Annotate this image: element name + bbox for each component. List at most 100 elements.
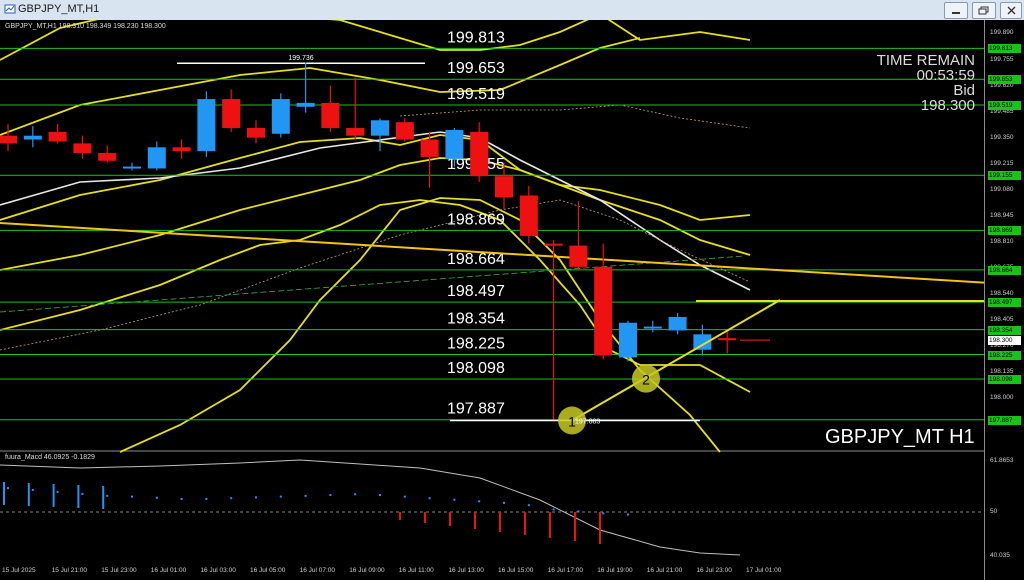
candle-body xyxy=(48,131,67,142)
level-label: 198.869 xyxy=(447,211,505,228)
time-tick-label: 15 Jul 21:00 xyxy=(51,567,88,574)
price-tick-label: 199.080 xyxy=(990,185,1014,193)
candle-body xyxy=(172,147,191,152)
level-label: 199.519 xyxy=(447,86,505,103)
candle-body xyxy=(371,120,389,136)
green-dashed-trendline xyxy=(0,255,745,313)
price-tick-label: 198.540 xyxy=(990,289,1014,297)
level-price-badge: 197.887 xyxy=(988,415,1021,425)
time-tick-label: 16 Jul 21:00 xyxy=(646,567,683,574)
level-label: 198.497 xyxy=(447,283,505,300)
bollinger-band-5 xyxy=(0,199,751,393)
current-price-badge: 198.300 xyxy=(988,336,1021,346)
high-marker-label: 199.736 xyxy=(288,55,313,62)
candle-body xyxy=(569,245,588,267)
price-chart[interactable]: 199.813 199.653 199.519 199.155 198.869 198.6… xyxy=(0,20,1024,580)
chart-window-icon xyxy=(4,4,16,14)
candle-body xyxy=(296,102,315,107)
close-icon xyxy=(1007,6,1016,15)
price-tick-label: 198.135 xyxy=(990,367,1014,375)
time-tick-label: 16 Jul 01:00 xyxy=(150,567,187,574)
minimize-icon xyxy=(952,12,960,14)
level-label: 198.225 xyxy=(447,336,505,353)
chart-area[interactable]: 199.813 199.653 199.519 199.155 198.869 198.6… xyxy=(0,20,1024,580)
macd-label: fuura_Macd 46.0925 -0.1829 xyxy=(5,454,95,461)
candle-body xyxy=(98,153,117,161)
wave-marker-2-label: 2 xyxy=(642,372,650,388)
candle-body xyxy=(23,135,42,140)
candle-body xyxy=(222,99,241,128)
candle-body xyxy=(0,135,17,144)
macd-scale-label: 50 xyxy=(990,508,998,515)
bid-value: 198.300 xyxy=(920,97,975,114)
symbol-label: GBPJPY_MT H1 xyxy=(825,426,975,448)
price-tick-label: 199.890 xyxy=(990,29,1014,37)
level-price-badge: 198.354 xyxy=(988,325,1021,335)
bollinger-band-2 xyxy=(0,37,641,136)
price-tick-label: 198.810 xyxy=(990,237,1014,245)
level-label: 198.098 xyxy=(447,360,505,377)
time-tick-label: 16 Jul 13:00 xyxy=(448,567,484,574)
price-tick-label: 199.215 xyxy=(990,159,1014,167)
level-price-badge: 199.653 xyxy=(988,75,1021,85)
time-tick-label: 16 Jul 19:00 xyxy=(597,567,633,574)
candle-body xyxy=(470,131,489,177)
restore-icon xyxy=(978,6,989,15)
candle-body xyxy=(395,122,414,140)
price-tick-label: 199.755 xyxy=(990,55,1014,63)
time-tick-label: 16 Jul 09:00 xyxy=(349,567,385,574)
price-tick-label: 199.350 xyxy=(990,133,1014,141)
time-tick-label: 16 Jul 11:00 xyxy=(398,567,434,574)
level-price-badge: 199.519 xyxy=(988,101,1021,111)
candle-body xyxy=(544,243,563,246)
candle-body xyxy=(594,266,613,356)
macd-scale-label: 61.8653 xyxy=(990,457,1014,464)
level-price-badge: 199.813 xyxy=(988,44,1021,54)
time-remain-value: 00:53:59 xyxy=(916,67,975,84)
ma-dotted-line-2 xyxy=(0,199,751,351)
candle-body xyxy=(519,195,538,236)
price-tick-label: 198.000 xyxy=(990,393,1014,401)
candle-body xyxy=(346,127,365,136)
time-tick-label: 15 Jul 2025 xyxy=(2,567,36,574)
candle-body xyxy=(73,143,92,154)
candle-body xyxy=(123,166,141,169)
level-price-badge: 198.225 xyxy=(988,350,1021,360)
ma-dotted-line xyxy=(399,104,751,129)
window-titlebar: GBPJPY_MT,H1 xyxy=(0,0,1024,21)
level-price-badge: 199.155 xyxy=(988,171,1021,181)
candle-body xyxy=(718,338,737,341)
restore-button[interactable] xyxy=(972,2,996,19)
candle-body xyxy=(147,147,166,169)
price-tick-label: 198.405 xyxy=(990,315,1014,323)
candle-body xyxy=(247,127,265,138)
candle-body xyxy=(619,322,637,358)
candle-body xyxy=(668,316,687,331)
macd-scale-label: 40.035 xyxy=(990,552,1010,559)
level-price-badge: 198.869 xyxy=(988,226,1021,236)
time-tick-label: 16 Jul 17:00 xyxy=(547,567,584,574)
minimize-button[interactable] xyxy=(944,2,968,19)
time-tick-label: 16 Jul 15:00 xyxy=(498,567,534,574)
close-button[interactable] xyxy=(1000,2,1022,19)
time-tick-label: 16 Jul 05:00 xyxy=(250,567,286,574)
info-panel: TIME REMAIN 00:53:59 Bid 198.300 xyxy=(877,53,975,113)
level-label: 198.354 xyxy=(447,311,505,328)
candle-body xyxy=(197,99,216,152)
time-tick-label: 17 Jul 01:00 xyxy=(746,567,782,574)
price-tick-label: 198.945 xyxy=(990,211,1014,219)
candle-body xyxy=(420,139,439,157)
candle-body xyxy=(445,129,464,159)
window-title: GBPJPY_MT,H1 xyxy=(18,3,100,15)
ohlc-readout: GBPJPY_MT,H1 198.310 198.349 198.230 198… xyxy=(5,23,166,30)
candle-body xyxy=(321,102,340,128)
level-label: 199.653 xyxy=(447,60,505,77)
low-marker-label: 197.883 xyxy=(575,418,600,425)
time-tick-label: 15 Jul 23:00 xyxy=(101,567,137,574)
level-price-badge: 198.664 xyxy=(988,265,1021,275)
level-price-badge: 198.098 xyxy=(988,375,1021,385)
bid-label: Bid xyxy=(953,82,975,99)
level-label: 197.887 xyxy=(447,401,505,418)
macd-signal-line xyxy=(0,459,741,556)
candle-body xyxy=(271,99,290,134)
